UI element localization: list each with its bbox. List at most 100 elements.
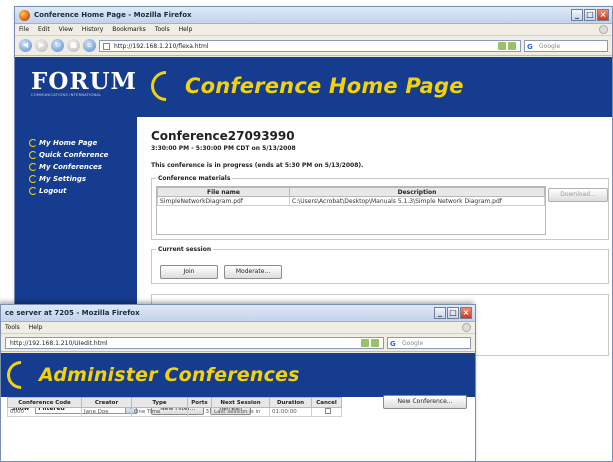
search-input[interactable]: G Google (387, 336, 471, 349)
file-description-cell: C:\Users\Acrobat\Desktop\Manuals 5.1.3\S… (289, 196, 545, 206)
crescent-bullet-icon (29, 163, 37, 171)
window-titlebar[interactable]: ce server at 7205 - Mozilla Firefox _ □ … (1, 305, 475, 322)
address-bar[interactable]: http://192.168.1.210/UIedit.html (5, 336, 384, 349)
page-banner: FORUM COMMUNICATIONS INTERNATIONAL Confe… (15, 57, 612, 117)
conference-time: 3:30:00 PM - 5:30:00 PM CDT on 5/13/2008 (151, 145, 296, 152)
menu-help[interactable]: Help (179, 26, 193, 33)
firefox-icon (19, 9, 30, 21)
column-header-duration[interactable]: Duration (269, 397, 312, 408)
crescent-bullet-icon (29, 139, 37, 147)
window-controls: _ □ × (434, 307, 472, 319)
materials-legend: Conference materials (158, 175, 231, 182)
sidebar-label: Quick Conference (39, 151, 109, 159)
conference-title: Conference27093990 (151, 129, 295, 143)
sidebar-label: My Home Page (39, 139, 98, 147)
column-header-description[interactable]: Description (289, 187, 545, 197)
sidebar-item-quick-conference[interactable]: Quick Conference (29, 149, 137, 161)
table-row[interactable]: SimpleNetworkDiagram.pdf C:\Users\Acroba… (157, 196, 545, 206)
menu-tools[interactable]: Tools (5, 324, 20, 331)
column-header-next-session[interactable]: Next Session (211, 397, 270, 408)
address-text: http://192.168.1.210/UIedit.html (10, 339, 108, 347)
conferences-table: Conference Code Creator Type Ports Next … (7, 397, 342, 417)
sidebar-item-logout[interactable]: Logout (29, 185, 137, 197)
minimize-button[interactable]: _ (434, 307, 446, 319)
search-placeholder: Google (539, 42, 561, 50)
sidebar-item-home[interactable]: My Home Page (29, 137, 137, 149)
minimize-button[interactable]: _ (571, 9, 583, 21)
moderate-button[interactable]: Moderate... (224, 265, 282, 279)
column-header-type[interactable]: Type (131, 397, 188, 408)
menu-view[interactable]: View (59, 26, 73, 33)
sidebar-label: My Conferences (39, 163, 102, 171)
menu-file[interactable]: File (19, 26, 29, 33)
crescent-bullet-icon (29, 175, 37, 183)
sidebar-label: Logout (39, 187, 67, 195)
creator-cell: Jane Doe (81, 407, 132, 417)
crescent-bullet-icon (29, 151, 37, 159)
page-banner: Administer Conferences (1, 353, 475, 397)
window-title: ce server at 7205 - Mozilla Firefox (5, 309, 140, 317)
back-icon[interactable]: ◀ (19, 39, 32, 52)
close-button[interactable]: × (460, 307, 472, 319)
menu-tools[interactable]: Tools (155, 26, 170, 33)
page-title: Conference Home Page (185, 74, 464, 98)
column-header-conference-code[interactable]: Conference Code (7, 397, 82, 408)
current-session-section: Current session Join Moderate... (151, 246, 609, 284)
stop-icon[interactable]: ■ (67, 39, 80, 52)
go-icon[interactable] (498, 41, 518, 51)
navigation-toolbar: ◀ ▶ ↻ ■ ⌂ http://192.168.1.210/flexa.htm… (15, 36, 612, 56)
join-button[interactable]: Join (160, 265, 218, 279)
duration-cell: 01:00:00 (269, 407, 312, 417)
google-icon: G (527, 42, 533, 51)
menu-bookmarks[interactable]: Bookmarks (112, 26, 146, 33)
menu-history[interactable]: History (82, 26, 103, 33)
sidebar-label: My Settings (39, 175, 87, 183)
maximize-button[interactable]: □ (447, 307, 459, 319)
go-icon[interactable] (361, 338, 381, 348)
throbber-icon (599, 25, 608, 34)
banner-heading: Conference Home Page (144, 64, 464, 108)
search-input[interactable]: G Google (524, 39, 608, 52)
navigation-toolbar: http://192.168.1.210/UIedit.html G Googl… (1, 334, 475, 352)
column-header-creator[interactable]: Creator (81, 397, 132, 408)
address-text: http://192.168.1.210/flexa.html (114, 42, 209, 50)
window-titlebar[interactable]: Conference Home Page - Mozilla Firefox _… (15, 7, 612, 24)
conference-status: This conference is in progress (ends at … (151, 162, 364, 169)
maximize-button[interactable]: □ (584, 9, 596, 21)
search-placeholder: Google (402, 339, 424, 347)
menu-bar: File Edit View History Bookmarks Tools H… (15, 24, 612, 36)
new-conference-button[interactable]: New Conference... (383, 395, 467, 409)
logo-wordmark: FORUM (31, 68, 137, 95)
close-button[interactable]: × (597, 9, 609, 21)
menu-help[interactable]: Help (29, 324, 43, 331)
forward-icon[interactable]: ▶ (35, 39, 48, 52)
materials-section: Conference materials File name Descripti… (151, 175, 609, 240)
file-name-cell: SimpleNetworkDiagram.pdf (157, 196, 290, 206)
reload-icon[interactable]: ↻ (51, 39, 64, 52)
materials-table-area: File name Description SimpleNetworkDiagr… (156, 186, 546, 235)
window-controls: _ □ × (571, 9, 609, 21)
materials-table: File name Description SimpleNetworkDiagr… (157, 187, 545, 206)
window-title: Conference Home Page - Mozilla Firefox (34, 11, 192, 19)
download-button[interactable]: Download... (548, 188, 608, 202)
address-bar[interactable]: http://192.168.1.210/flexa.html (99, 39, 521, 52)
home-icon[interactable]: ⌂ (83, 39, 96, 52)
google-icon: G (390, 339, 396, 348)
forum-logo: FORUM COMMUNICATIONS INTERNATIONAL (31, 68, 137, 97)
column-header-cancel[interactable]: Cancel (311, 397, 342, 408)
column-header-filename[interactable]: File name (157, 187, 290, 197)
table-row[interactable]: 0000 Jane Doe One Time 3 Last session is… (7, 407, 342, 417)
conference-code-cell: 0000 (7, 407, 82, 417)
administer-conferences-window: ce server at 7205 - Mozilla Firefox _ □ … (0, 304, 476, 462)
cancel-checkbox[interactable] (324, 408, 331, 414)
crescent-icon (144, 64, 188, 108)
menu-bar: Tools Help (1, 322, 475, 334)
sidebar-item-settings[interactable]: My Settings (29, 173, 137, 185)
banner-heading: Administer Conferences (1, 355, 300, 395)
column-header-ports[interactable]: Ports (187, 397, 212, 408)
menu-edit[interactable]: Edit (38, 26, 50, 33)
sidebar-item-my-conferences[interactable]: My Conferences (29, 161, 137, 173)
crescent-bullet-icon (29, 187, 37, 195)
cancel-checkbox-cell (311, 407, 342, 417)
session-legend: Current session (158, 246, 212, 253)
